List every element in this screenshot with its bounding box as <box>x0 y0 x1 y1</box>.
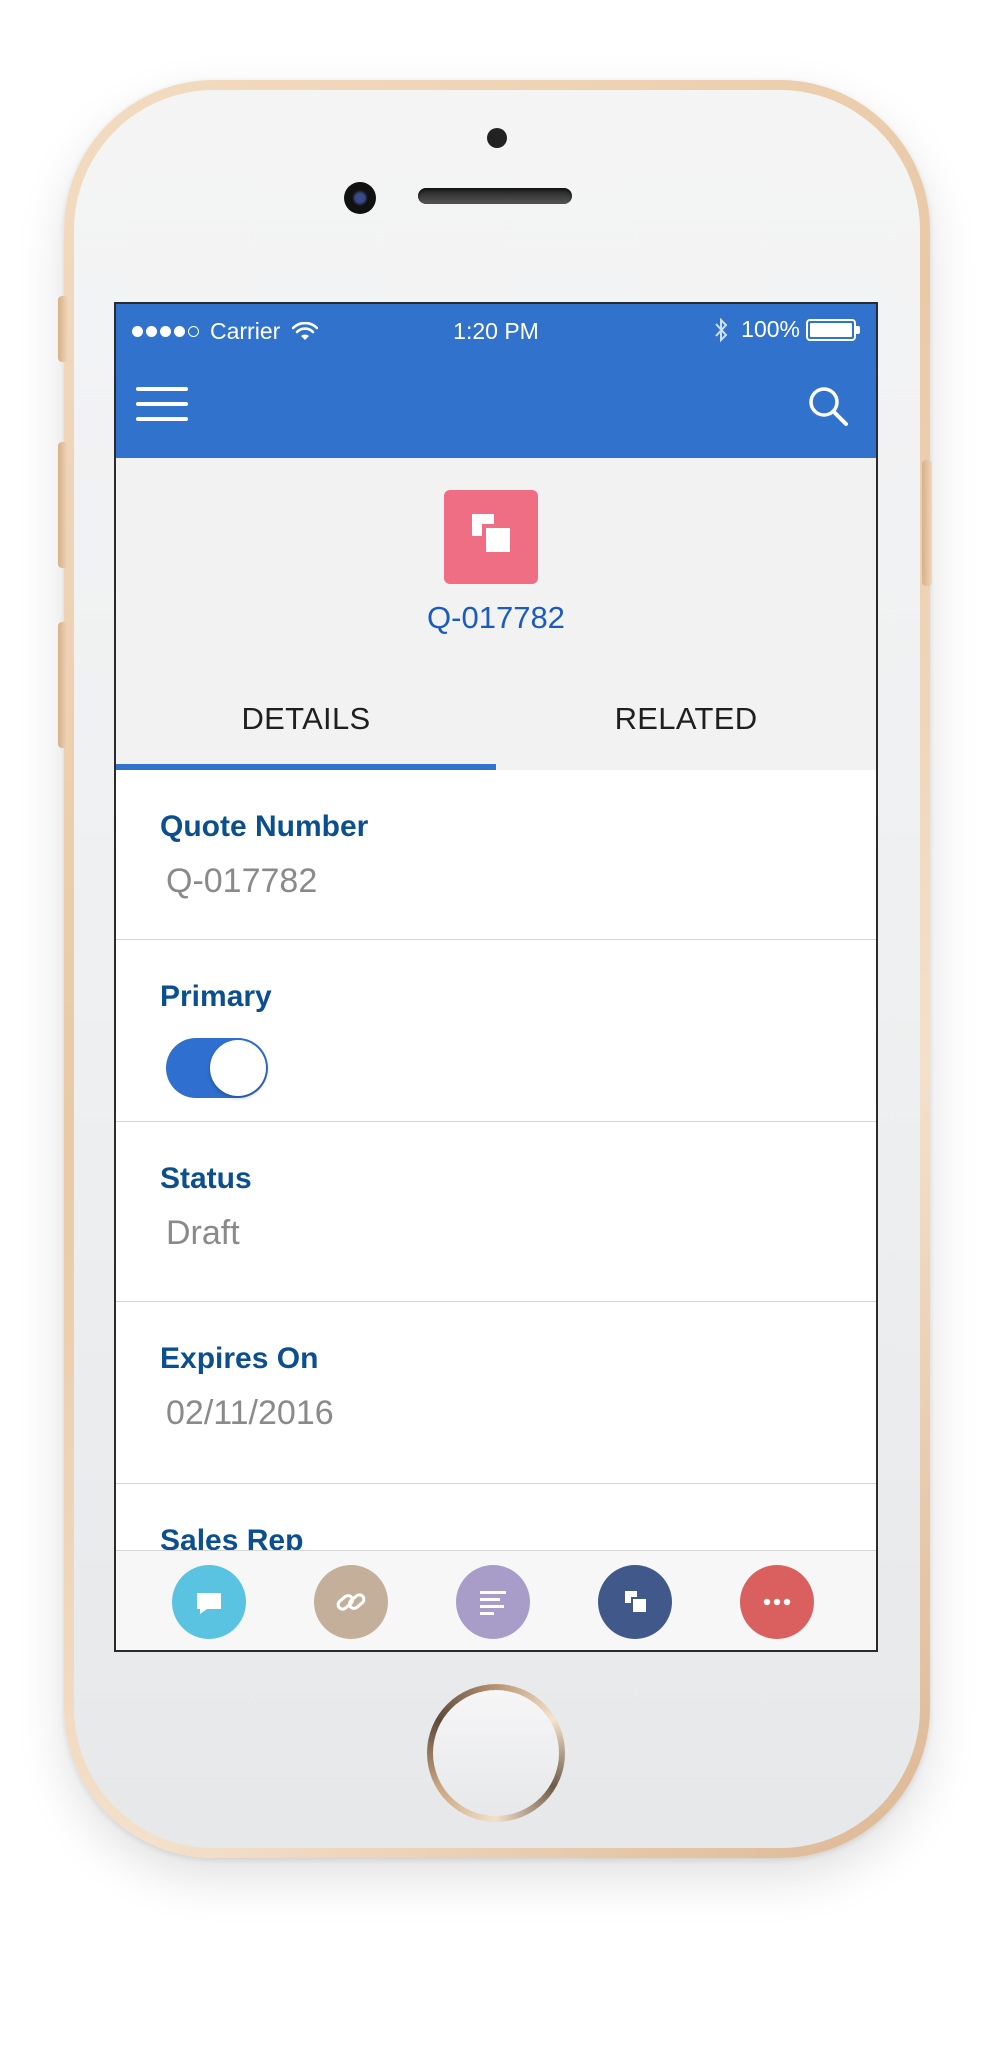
hamburger-icon[interactable] <box>134 384 190 424</box>
chat-action-button[interactable] <box>172 1565 246 1639</box>
status-right: 100% <box>713 316 860 343</box>
more-icon <box>763 1598 791 1606</box>
field-status: Status Draft <box>116 1122 876 1302</box>
search-icon[interactable] <box>806 384 850 428</box>
record-title: Q-017782 <box>427 600 565 635</box>
field-label: Sales Rep <box>160 1524 304 1557</box>
side-button-power <box>922 460 932 586</box>
details-field-list: Quote Number Q-017782 Primary Status Dra… <box>116 770 876 1604</box>
field-value: 02/11/2016 <box>166 1394 334 1432</box>
tab-bar: DETAILS RELATED <box>116 668 876 772</box>
toggle-knob <box>210 1040 266 1096</box>
quote-action-button[interactable] <box>598 1565 672 1639</box>
field-value: Q-017782 <box>166 862 318 900</box>
field-value: Draft <box>166 1214 240 1252</box>
action-bar <box>116 1550 876 1650</box>
field-label: Status <box>160 1162 252 1195</box>
hamburger-line <box>136 402 188 406</box>
field-label: Quote Number <box>160 810 369 843</box>
field-quote-number: Quote Number Q-017782 <box>116 770 876 940</box>
tab-related[interactable]: RELATED <box>496 668 876 770</box>
field-expires-on: Expires On 02/11/2016 <box>116 1302 876 1484</box>
tab-details[interactable]: DETAILS <box>116 668 496 770</box>
side-button-volume-down <box>58 622 68 748</box>
field-label: Primary <box>160 980 272 1013</box>
side-button-mute <box>58 296 68 362</box>
nav-bar <box>116 360 876 458</box>
hamburger-line <box>136 387 188 391</box>
chat-icon <box>197 1593 221 1614</box>
front-camera <box>344 182 376 214</box>
field-primary: Primary <box>116 940 876 1122</box>
more-action-button[interactable] <box>740 1565 814 1639</box>
record-header: Q-017782 DETAILS RELATED <box>116 458 876 772</box>
primary-toggle[interactable] <box>166 1038 268 1098</box>
field-label: Expires On <box>160 1342 319 1375</box>
bluetooth-icon <box>715 317 728 342</box>
notes-action-button[interactable] <box>456 1565 530 1639</box>
quote-icon <box>444 490 538 584</box>
front-sensor <box>487 128 507 148</box>
link-icon <box>336 1593 366 1611</box>
battery-icon <box>806 318 860 341</box>
home-button[interactable] <box>433 1690 559 1816</box>
side-button-volume-up <box>58 442 68 568</box>
notes-icon <box>480 1591 506 1615</box>
battery-percent: 100% <box>741 316 800 342</box>
earpiece-speaker <box>418 188 572 204</box>
hamburger-line <box>136 417 188 421</box>
quote-icon-square-front <box>482 524 510 552</box>
status-bar: Carrier 1:20 PM 100% <box>116 304 876 360</box>
screen: Carrier 1:20 PM 100% Q-017782 DETAILS RE… <box>114 302 878 1652</box>
quote-icon <box>625 1591 646 1612</box>
link-action-button[interactable] <box>314 1565 388 1639</box>
